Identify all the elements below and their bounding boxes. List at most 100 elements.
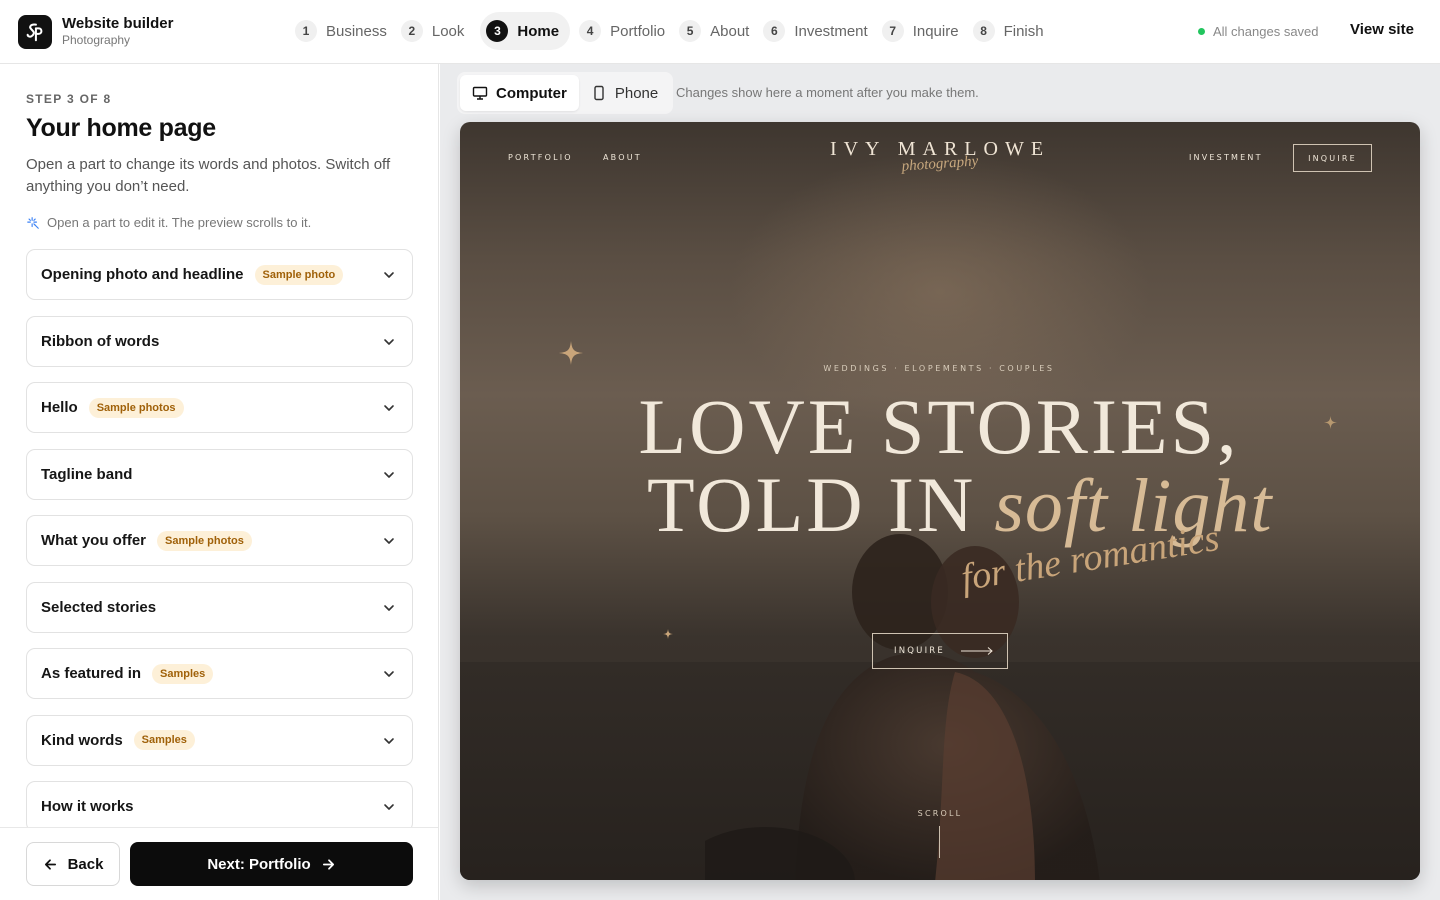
section-accordion-item[interactable]: Tagline band bbox=[26, 448, 413, 500]
page-title: Your home page bbox=[26, 114, 216, 142]
chevron-down-icon[interactable] bbox=[382, 401, 396, 415]
step-look[interactable]: 2 Look bbox=[400, 12, 477, 50]
section-title: Kind words bbox=[41, 731, 123, 749]
hero-headline-line1: LOVE STORIES, bbox=[638, 383, 1240, 470]
hero-inquire-label: INQUIRE bbox=[894, 646, 945, 656]
page-description: Open a part to change its words and phot… bbox=[26, 156, 391, 195]
section-accordion-item[interactable]: Opening photo and headline Sample photo bbox=[26, 249, 413, 300]
section-accordion-item[interactable]: Kind words Samples bbox=[26, 714, 413, 766]
sample-badge: Sample photos bbox=[88, 397, 184, 418]
sample-badge: Sample photos bbox=[157, 530, 252, 551]
section-title: Tagline band bbox=[41, 465, 133, 483]
hint-text: Open a part to edit it. The preview scro… bbox=[47, 215, 312, 230]
hint: Open a part to edit it. The preview scro… bbox=[26, 215, 311, 230]
scroll-indicator-line bbox=[939, 826, 940, 858]
hero-eyebrow: WEDDINGS · ELOPEMENTS · COUPLES bbox=[823, 364, 1055, 373]
chevron-down-icon[interactable] bbox=[382, 468, 396, 482]
phone-icon bbox=[594, 85, 604, 101]
scroll-indicator-label: SCROLL bbox=[917, 809, 963, 818]
sparkle-icon bbox=[663, 629, 673, 639]
monitor-icon bbox=[472, 86, 488, 100]
step-investment[interactable]: 6 Investment bbox=[762, 12, 879, 50]
step-label: Inquire bbox=[912, 22, 959, 40]
section-accordion-item[interactable]: As featured in Samples bbox=[26, 648, 413, 699]
next-button[interactable]: Next: Portfolio bbox=[130, 842, 413, 886]
preview-note: Changes show here a moment after you mak… bbox=[676, 85, 979, 100]
step-label: Finish bbox=[1003, 22, 1044, 40]
step-label: Investment bbox=[794, 22, 868, 40]
save-status: All changes saved bbox=[1198, 24, 1319, 39]
step-label: About bbox=[710, 22, 750, 40]
chevron-down-icon[interactable] bbox=[382, 335, 396, 349]
device-computer-button[interactable]: Computer bbox=[460, 75, 579, 111]
back-button[interactable]: Back bbox=[26, 842, 120, 886]
section-list: Opening photo and headline Sample photo Ri… bbox=[26, 249, 413, 848]
site-nav-inquire-button[interactable]: INQUIRE bbox=[1293, 144, 1372, 172]
sparkle-icon bbox=[559, 341, 583, 365]
sidebar: STEP 3 OF 8 Your home page Open a part t… bbox=[0, 64, 439, 900]
device-computer-label: Computer bbox=[496, 84, 567, 102]
device-phone-button[interactable]: Phone bbox=[579, 75, 670, 111]
step-number: 1 bbox=[295, 20, 317, 42]
chevron-down-icon[interactable] bbox=[382, 734, 396, 748]
device-phone-label: Phone bbox=[614, 84, 659, 102]
preview-area: Computer Phone Changes show here a momen… bbox=[440, 64, 1440, 900]
sample-badge: Sample photo bbox=[254, 264, 344, 285]
app-logo[interactable] bbox=[18, 15, 52, 49]
section-accordion-item[interactable]: Selected stories bbox=[26, 581, 413, 633]
sidebar-footer: Back Next: Portfolio bbox=[0, 827, 438, 900]
chevron-down-icon[interactable] bbox=[382, 800, 396, 814]
save-status-text: All changes saved bbox=[1213, 24, 1319, 39]
step-number: 4 bbox=[579, 20, 602, 42]
section-title: Opening photo and headline bbox=[41, 266, 244, 283]
step-label: Business bbox=[326, 22, 387, 40]
section-title: Selected stories bbox=[41, 598, 157, 616]
sample-badge: Samples bbox=[152, 663, 214, 684]
step-number: 2 bbox=[400, 20, 423, 42]
step-number: 8 bbox=[972, 20, 995, 42]
step-portfolio[interactable]: 4 Portfolio bbox=[578, 12, 677, 50]
step-navigation: 1 Business 2 Look 3 Home 4 Portfolio 5 About 6 Inve… bbox=[294, 12, 1057, 50]
step-number: 6 bbox=[763, 20, 786, 42]
sparkle-hint-icon bbox=[27, 216, 39, 229]
section-accordion-item[interactable]: Hello Sample photos bbox=[26, 382, 413, 433]
section-title: As featured in bbox=[41, 665, 142, 682]
app-subtitle: Photography bbox=[62, 33, 131, 47]
step-counter: STEP 3 OF 8 bbox=[26, 92, 112, 106]
step-inquire[interactable]: 7 Inquire bbox=[881, 12, 971, 50]
section-title: Ribbon of words bbox=[41, 332, 160, 350]
step-number: 5 bbox=[679, 20, 702, 42]
sample-badge: Samples bbox=[133, 730, 195, 750]
step-finish[interactable]: 8 Finish bbox=[972, 12, 1056, 50]
chevron-down-icon[interactable] bbox=[382, 667, 396, 681]
step-label: Look bbox=[431, 22, 465, 40]
section-accordion-item[interactable]: What you offer Sample photos bbox=[26, 515, 413, 566]
long-arrow-right-icon bbox=[960, 647, 993, 655]
chevron-down-icon[interactable] bbox=[382, 268, 396, 282]
step-business[interactable]: 1 Business bbox=[294, 12, 399, 50]
chevron-down-icon[interactable] bbox=[382, 534, 396, 548]
section-accordion-item[interactable]: Ribbon of words bbox=[26, 315, 413, 367]
section-title: What you offer bbox=[41, 532, 146, 549]
site-preview-frame[interactable]: PORTFOLIO ABOUT IVY MARLOWE photography … bbox=[460, 122, 1420, 880]
hero-headline-told-in: TOLD IN bbox=[647, 461, 977, 548]
section-title: How it works bbox=[41, 798, 134, 815]
device-toggle: Computer Phone bbox=[457, 72, 674, 114]
step-number: 3 bbox=[486, 20, 509, 42]
step-label: Home bbox=[517, 22, 560, 40]
site-nav-investment[interactable]: INVESTMENT bbox=[1189, 153, 1263, 162]
step-about[interactable]: 5 About bbox=[678, 12, 761, 50]
chevron-down-icon[interactable] bbox=[382, 601, 396, 615]
app-title: Website builder bbox=[62, 15, 174, 32]
logo-icon bbox=[26, 23, 43, 42]
section-accordion-item[interactable]: How it works bbox=[26, 781, 413, 832]
hero-inquire-button[interactable]: INQUIRE bbox=[872, 633, 1008, 669]
site-brand-sub: photography bbox=[901, 153, 979, 175]
view-site-link[interactable]: View site bbox=[1350, 21, 1414, 38]
step-home[interactable]: 3 Home bbox=[480, 12, 571, 50]
top-bar: Website builder Photography 1 Business 2 Lo… bbox=[0, 0, 1440, 64]
saved-dot-icon bbox=[1198, 28, 1205, 35]
step-label: Portfolio bbox=[610, 22, 666, 40]
step-number: 7 bbox=[881, 20, 904, 42]
back-button-label: Back bbox=[67, 855, 104, 873]
